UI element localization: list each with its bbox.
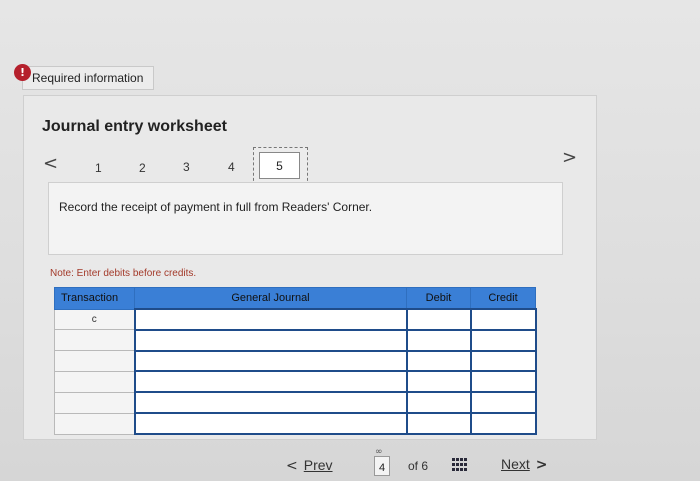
step-3[interactable]: 3 bbox=[183, 160, 190, 174]
account-select[interactable] bbox=[133, 391, 408, 415]
table-row bbox=[54, 349, 537, 373]
table-row: c bbox=[54, 308, 537, 331]
debit-header: Debit bbox=[406, 287, 471, 310]
worksheet-title: Journal entry worksheet bbox=[42, 118, 227, 135]
step-5-label: 5 bbox=[259, 152, 300, 179]
debit-input[interactable] bbox=[405, 370, 472, 394]
chevron-right-icon: > bbox=[535, 457, 548, 473]
account-select[interactable] bbox=[133, 308, 408, 331]
instruction-text: Record the receipt of payment in full fr… bbox=[59, 200, 373, 214]
credit-input[interactable] bbox=[469, 349, 537, 373]
transaction-cell bbox=[54, 412, 135, 435]
credit-input[interactable] bbox=[469, 308, 537, 331]
journal-table: Transaction General Journal Debit Credit… bbox=[54, 287, 537, 435]
next-step-icon[interactable]: > bbox=[562, 147, 577, 168]
table-row bbox=[54, 370, 537, 394]
prev-label: Prev bbox=[303, 457, 333, 473]
previous-step-icon[interactable]: < bbox=[43, 153, 58, 174]
note-text: Note: Enter debits before credits. bbox=[50, 268, 197, 279]
account-select[interactable] bbox=[133, 349, 408, 373]
debit-input[interactable] bbox=[405, 308, 472, 331]
table-row bbox=[54, 412, 537, 435]
debit-input[interactable] bbox=[405, 349, 472, 373]
credit-header: Credit bbox=[470, 287, 536, 310]
credit-input[interactable] bbox=[469, 328, 537, 352]
grid-icon[interactable] bbox=[452, 458, 468, 472]
step-5-active[interactable]: 5 bbox=[253, 147, 308, 186]
transaction-cell bbox=[54, 370, 135, 393]
credit-input[interactable] bbox=[469, 391, 537, 415]
credit-input[interactable] bbox=[469, 370, 537, 394]
account-select[interactable] bbox=[133, 328, 408, 352]
credit-input[interactable] bbox=[469, 412, 537, 435]
next-button[interactable]: Next > bbox=[501, 456, 548, 473]
debit-input[interactable] bbox=[405, 328, 472, 352]
transaction-cell bbox=[54, 391, 135, 414]
table-row bbox=[54, 328, 537, 352]
next-label: Next bbox=[501, 456, 530, 472]
step-4[interactable]: 4 bbox=[228, 160, 235, 174]
transaction-cell bbox=[54, 350, 135, 372]
transaction-cell: c bbox=[54, 308, 135, 331]
step-2[interactable]: 2 bbox=[139, 161, 146, 175]
debit-input[interactable] bbox=[405, 391, 472, 415]
required-info-label: Required information bbox=[32, 71, 144, 85]
transaction-cell bbox=[54, 329, 135, 352]
alert-icon: ! bbox=[14, 64, 31, 81]
debit-input[interactable] bbox=[405, 412, 472, 435]
general-journal-header: General Journal bbox=[134, 287, 407, 310]
table-row bbox=[54, 391, 537, 415]
current-page[interactable]: 4 bbox=[374, 456, 390, 476]
account-select[interactable] bbox=[133, 412, 408, 435]
page-total: of 6 bbox=[408, 459, 429, 473]
instruction-box bbox=[48, 182, 563, 255]
transaction-header: Transaction bbox=[54, 287, 135, 310]
account-select[interactable] bbox=[133, 370, 408, 394]
step-1[interactable]: 1 bbox=[95, 161, 102, 175]
chevron-left-icon: < bbox=[286, 458, 298, 474]
prev-button[interactable]: < Prev bbox=[286, 457, 333, 474]
